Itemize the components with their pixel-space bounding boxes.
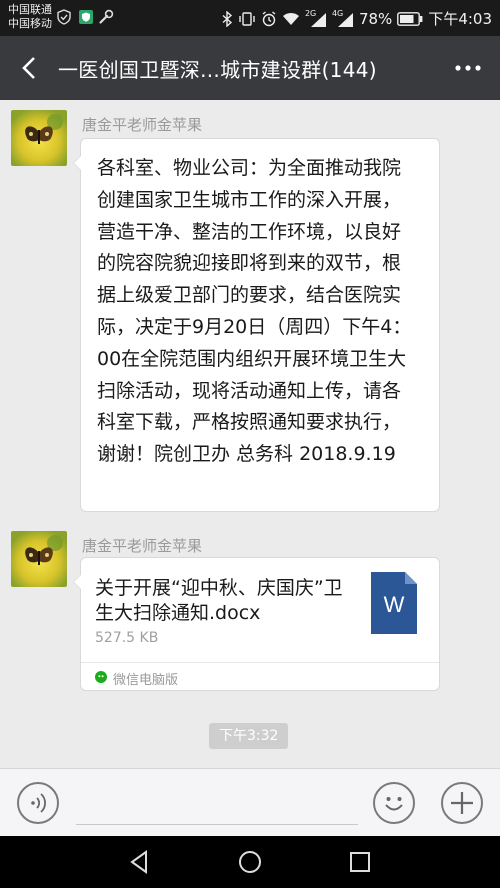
more-icon[interactable] xyxy=(450,54,486,82)
butterfly-avatar-icon xyxy=(11,110,67,166)
message-list[interactable]: 唐金平老师金苹果 各科室、物业公司：为全面推动我院创建国家卫生城市工作的深入开展… xyxy=(0,100,500,768)
wechat-icon xyxy=(95,671,107,683)
carrier-labels: 中国联通 中国移动 xyxy=(8,3,52,31)
signal-icon xyxy=(310,12,326,27)
file-size: 527.5 KB xyxy=(95,630,159,646)
chat-header: 一医创国卫暨深...城市建设群(144) xyxy=(0,36,500,100)
plus-icon xyxy=(451,792,473,814)
sender-name: 唐金平老师金苹果 xyxy=(82,537,203,555)
emoji-icon xyxy=(385,797,403,811)
message-text: 各科室、物业公司：为全面推动我院创建国家卫生城市工作的深入开展，营造干净、整洁的… xyxy=(97,157,412,466)
signal-2g: 2G xyxy=(305,9,327,27)
security-app-icon xyxy=(79,10,93,24)
voice-button[interactable] xyxy=(17,782,59,824)
word-icon-letter: W xyxy=(383,592,405,617)
card-divider xyxy=(81,662,439,663)
bluetooth-icon xyxy=(222,10,233,27)
nav-recents-icon[interactable] xyxy=(344,846,376,878)
voice-icon xyxy=(31,793,46,813)
avatar[interactable] xyxy=(11,110,67,166)
text-message-bubble[interactable]: 各科室、物业公司：为全面推动我院创建国家卫生城市工作的深入开展，营造干净、整洁的… xyxy=(73,138,440,512)
shield-icon xyxy=(57,9,71,25)
word-file-icon: W xyxy=(371,572,417,634)
input-bar xyxy=(0,768,500,837)
file-message-card[interactable]: 关于开展“迎中秋、庆国庆”卫生大扫除通知.docx 527.5 KB W 微信电… xyxy=(73,557,440,691)
butterfly-avatar-icon xyxy=(11,531,67,587)
vibrate-icon xyxy=(239,11,255,26)
signal-icon xyxy=(337,12,353,27)
status-right: 2G 4G 78% 下午4:03 xyxy=(221,8,492,29)
carrier-2: 中国移动 xyxy=(8,17,52,30)
chat-title: 一医创国卫暨深...城市建设群(144) xyxy=(58,58,377,82)
file-name: 关于开展“迎中秋、庆国庆”卫生大扫除通知.docx xyxy=(95,577,343,624)
sender-name: 唐金平老师金苹果 xyxy=(82,116,203,134)
system-nav-bar xyxy=(0,836,500,888)
file-source: 微信电脑版 xyxy=(113,673,179,688)
alarm-icon xyxy=(262,10,276,26)
clock: 下午4:03 xyxy=(428,10,492,28)
battery-percent: 78% xyxy=(358,9,393,28)
carrier-1: 中国联通 xyxy=(8,3,52,16)
signal-4g: 4G xyxy=(332,9,354,27)
nav-home-icon[interactable] xyxy=(234,846,266,878)
emoji-button[interactable] xyxy=(373,782,415,824)
status-bar: 中国联通 中国移动 2G 4G 78% 下午4:03 xyxy=(0,0,500,36)
wifi-icon xyxy=(282,12,299,25)
message-input[interactable] xyxy=(76,824,358,825)
plus-button[interactable] xyxy=(441,782,483,824)
timestamp-chip: 下午3:32 xyxy=(209,723,289,749)
battery-icon xyxy=(397,11,423,26)
nav-back-icon[interactable] xyxy=(124,846,156,878)
wrench-icon xyxy=(99,9,114,24)
back-arrow-icon[interactable] xyxy=(12,50,48,86)
avatar[interactable] xyxy=(11,531,67,587)
